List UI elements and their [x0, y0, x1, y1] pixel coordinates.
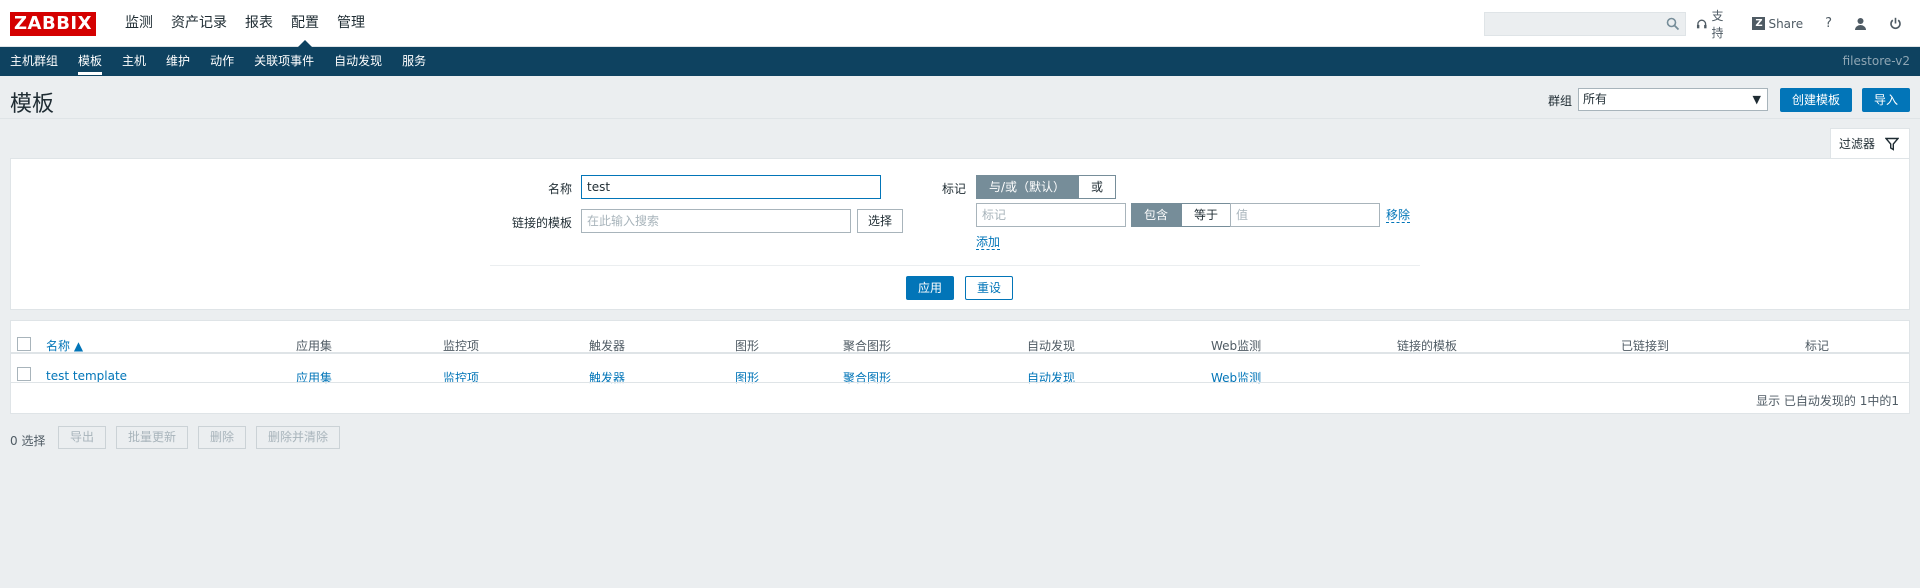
graphs-link[interactable]: 图形 — [735, 369, 759, 386]
group-label: 群组 — [1548, 94, 1573, 108]
signout-button[interactable] — [1889, 17, 1902, 30]
sub-menu: 主机群组 模板 主机 维护 动作 关联项事件 自动发现 服务 — [0, 47, 436, 76]
row-checkbox[interactable] — [17, 367, 31, 381]
server-name: filestore-v2 — [1842, 54, 1910, 68]
import-button[interactable]: 导入 — [1862, 88, 1910, 112]
sub-menu-event-correlation[interactable]: 关联项事件 — [244, 47, 324, 76]
top-bar: ZABBIX 监测 资产记录 报表 配置 管理 支持 Z Share ? — [0, 0, 1920, 47]
main-menu-reports[interactable]: 报表 — [236, 0, 282, 47]
tag-contains-option[interactable]: 包含 — [1131, 203, 1182, 227]
sub-menu-host-groups[interactable]: 主机群组 — [0, 47, 68, 76]
sub-menu-discovery[interactable]: 自动发现 — [324, 47, 392, 76]
share-label: Share — [1768, 16, 1804, 31]
tags-and-or-option[interactable]: 与/或（默认） — [976, 175, 1079, 199]
header-divider — [0, 118, 1920, 119]
web-link[interactable]: Web监测 — [1211, 369, 1261, 386]
group-select-value: 所有 — [1583, 92, 1608, 106]
page-title: 模板 — [10, 92, 55, 117]
tag-equals-option[interactable]: 等于 — [1181, 203, 1232, 227]
zabbix-share-icon: Z — [1752, 17, 1766, 30]
search-input[interactable] — [1485, 13, 1663, 35]
help-button[interactable]: ? — [1825, 16, 1832, 31]
sub-menu-hosts[interactable]: 主机 — [112, 47, 156, 76]
support-link[interactable]: 支持 — [1696, 7, 1734, 41]
delete-and-clear-button[interactable]: 删除并清除 — [256, 426, 340, 449]
power-icon — [1890, 17, 1901, 30]
user-profile-button[interactable] — [1854, 17, 1867, 30]
table-footer-count: 显示 已自动发现的 1中的1 — [1756, 394, 1899, 408]
triggers-link[interactable]: 触发器 — [589, 369, 625, 386]
row-divider-line — [11, 382, 1909, 383]
user-icon — [1855, 18, 1866, 30]
main-menu-inventory[interactable]: 资产记录 — [162, 0, 236, 47]
create-template-button[interactable]: 创建模板 — [1780, 88, 1852, 112]
filter-linked-templates-input[interactable]: 在此输入搜索 — [581, 209, 851, 233]
zabbix-logo[interactable]: ZABBIX — [10, 12, 96, 36]
tag-name-input[interactable]: 标记 — [976, 203, 1126, 227]
main-menu-monitoring[interactable]: 监测 — [116, 0, 162, 47]
filter-tab-label: 过滤器 — [1839, 137, 1876, 151]
filter-name-label: 名称 — [547, 182, 572, 196]
template-name-link[interactable]: test template — [46, 369, 127, 383]
sub-menu-actions[interactable]: 动作 — [200, 47, 244, 76]
share-link[interactable]: Z Share — [1752, 17, 1803, 31]
search-icon[interactable] — [1666, 17, 1680, 31]
reset-filter-button[interactable]: 重设 — [965, 276, 1013, 300]
filter-icon — [1885, 137, 1900, 151]
support-label: 支持 — [1711, 8, 1724, 40]
add-tag-link[interactable]: 添加 — [976, 235, 1001, 250]
sub-menu-bar: 主机群组 模板 主机 维护 动作 关联项事件 自动发现 服务 filestore… — [0, 47, 1920, 76]
templates-table: 名称 ▲ 应用集 监控项 触发器 图形 聚合图形 自动发现 Web监测 链接的模… — [10, 320, 1910, 414]
sub-menu-maintenance[interactable]: 维护 — [156, 47, 200, 76]
help-icon: ? — [1825, 16, 1832, 31]
discovery-link[interactable]: 自动发现 — [1027, 369, 1075, 386]
delete-button[interactable]: 删除 — [198, 426, 246, 449]
remove-tag-link[interactable]: 移除 — [1386, 208, 1411, 223]
sub-menu-services[interactable]: 服务 — [392, 47, 436, 76]
tags-evaltype-toggle: 与/或（默认） 或 — [976, 175, 1117, 199]
main-menu-administration[interactable]: 管理 — [328, 0, 374, 47]
select-templates-button[interactable]: 选择 — [857, 209, 903, 233]
screens-link[interactable]: 聚合图形 — [843, 369, 891, 386]
caret-down-icon: ▼ — [1752, 93, 1761, 106]
headset-icon — [1696, 19, 1707, 28]
applications-link[interactable]: 应用集 — [296, 369, 332, 386]
sub-menu-templates[interactable]: 模板 — [68, 47, 112, 76]
group-select[interactable]: 所有 ▼ — [1578, 88, 1768, 111]
apply-filter-button[interactable]: 应用 — [906, 276, 954, 300]
tag-value-input[interactable]: 值 — [1230, 203, 1380, 227]
main-menu-configuration[interactable]: 配置 — [282, 0, 328, 47]
items-link[interactable]: 监控项 — [443, 369, 479, 386]
filter-divider — [490, 265, 1420, 266]
filter-linked-templates-label: 链接的模板 — [511, 216, 572, 230]
main-menu: 监测 资产记录 报表 配置 管理 — [116, 0, 374, 47]
tag-operator-toggle: 包含 等于 — [1131, 203, 1232, 227]
tags-or-option[interactable]: 或 — [1078, 175, 1117, 199]
mass-update-button[interactable]: 批量更新 — [116, 426, 188, 449]
filter-tab[interactable]: 过滤器 — [1830, 128, 1910, 158]
global-search — [1484, 12, 1686, 36]
export-button[interactable]: 导出 — [58, 426, 106, 449]
selected-count: 0 选择 — [10, 434, 46, 448]
top-links: 支持 Z Share ? — [1696, 0, 1920, 47]
filter-name-input[interactable]: test — [581, 175, 881, 199]
header-divider-line — [11, 352, 1909, 354]
filter-tags-label: 标记 — [941, 182, 966, 196]
select-all-checkbox[interactable] — [17, 337, 31, 351]
